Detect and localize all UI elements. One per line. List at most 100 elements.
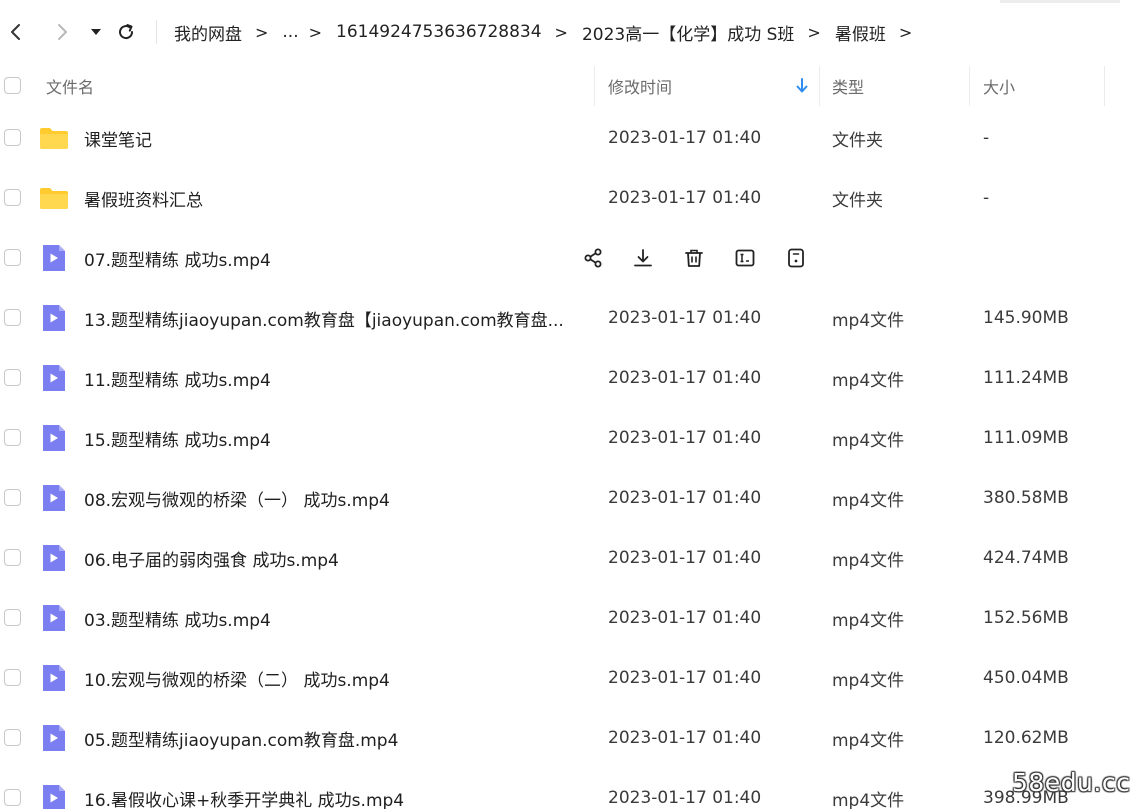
file-row[interactable]: 15.题型精练 成功s.mp4 2023-01-17 01:40 mp4文件 1… — [0, 408, 1137, 468]
column-header-size[interactable]: 大小 — [983, 64, 1015, 108]
history-dropdown-button[interactable] — [82, 18, 110, 46]
toolbar-divider — [156, 20, 157, 44]
file-name[interactable]: 16.暑假收心课+秋季开学典礼 成功s.mp4 — [84, 768, 404, 809]
file-name[interactable]: 07.题型精练 成功s.mp4 — [84, 228, 271, 288]
file-row[interactable]: 06.电子届的弱肉强食 成功s.mp4 2023-01-17 01:40 mp4… — [0, 528, 1137, 588]
file-type: mp4文件 — [832, 430, 905, 451]
refresh-icon — [119, 24, 134, 40]
file-row[interactable]: 13.题型精练jiaoyupan.com教育盘【jiaoyupan.com教育盘… — [0, 288, 1137, 348]
row-checkbox[interactable] — [4, 669, 21, 686]
back-button[interactable] — [2, 18, 30, 46]
file-size: - — [983, 188, 990, 208]
toolbar: 我的网盘 > ... > 1614924753636728834 > 2023高… — [0, 0, 1137, 64]
row-checkbox[interactable] — [4, 189, 21, 206]
video-file-icon — [38, 543, 70, 573]
more-button[interactable] — [783, 245, 809, 271]
video-file-icon — [38, 783, 70, 809]
column-divider[interactable] — [594, 66, 595, 106]
row-checkbox[interactable] — [4, 249, 21, 266]
column-divider[interactable] — [1104, 66, 1105, 106]
file-name[interactable]: 06.电子届的弱肉强食 成功s.mp4 — [84, 528, 339, 588]
file-name[interactable]: 10.宏观与微观的桥梁（二） 成功s.mp4 — [84, 648, 390, 708]
file-type: 文件夹 — [832, 190, 883, 211]
select-all-checkbox[interactable] — [4, 77, 21, 94]
breadcrumb-separator: > — [898, 22, 913, 42]
file-row[interactable]: 16.暑假收心课+秋季开学典礼 成功s.mp4 2023-01-17 01:40… — [0, 768, 1137, 809]
file-type: mp4文件 — [832, 730, 905, 751]
more-icon — [788, 248, 804, 268]
file-modified-time: 2023-01-17 01:40 — [608, 128, 762, 148]
file-size: 450.04MB — [983, 668, 1069, 688]
file-name[interactable]: 11.题型精练 成功s.mp4 — [84, 348, 271, 408]
file-row[interactable]: 课堂笔记 2023-01-17 01:40 文件夹 - — [0, 108, 1137, 168]
breadcrumb-separator: > — [554, 22, 568, 42]
row-checkbox[interactable] — [4, 549, 21, 566]
download-button[interactable] — [630, 245, 656, 271]
download-icon — [634, 249, 652, 267]
column-header-type[interactable]: 类型 — [832, 64, 864, 108]
file-type: mp4文件 — [832, 310, 905, 331]
rename-button[interactable] — [732, 245, 758, 271]
row-checkbox[interactable] — [4, 129, 21, 146]
forward-button[interactable] — [48, 18, 76, 46]
file-row[interactable]: 05.题型精练jiaoyupan.com教育盘.mp4 2023-01-17 0… — [0, 708, 1137, 768]
chevron-right-icon — [58, 24, 67, 40]
file-modified-time: 2023-01-17 01:40 — [608, 668, 762, 688]
file-modified-time: 2023-01-17 01:40 — [608, 548, 762, 568]
file-modified-time: 2023-01-17 01:40 — [608, 728, 762, 748]
row-checkbox[interactable] — [4, 789, 21, 806]
video-file-icon — [38, 603, 70, 633]
file-type: mp4文件 — [832, 550, 905, 571]
breadcrumb-item-id-folder[interactable]: 1614924753636728834 — [336, 22, 542, 42]
video-file-icon — [38, 303, 70, 333]
row-checkbox[interactable] — [4, 429, 21, 446]
column-divider[interactable] — [819, 66, 820, 106]
breadcrumb: 我的网盘 > ... > 1614924753636728834 > 2023高… — [174, 20, 926, 45]
file-row-hovered[interactable]: 07.题型精练 成功s.mp4 — [0, 228, 1137, 288]
folder-icon — [38, 183, 70, 213]
file-size: 145.90MB — [983, 308, 1069, 328]
file-row[interactable]: 暑假班资料汇总 2023-01-17 01:40 文件夹 - — [0, 168, 1137, 228]
file-type: mp4文件 — [832, 610, 905, 631]
top-edge-line — [1000, 0, 1120, 3]
delete-icon — [685, 249, 703, 267]
video-file-icon — [38, 423, 70, 453]
file-row[interactable]: 08.宏观与微观的桥梁（一） 成功s.mp4 2023-01-17 01:40 … — [0, 468, 1137, 528]
row-checkbox[interactable] — [4, 489, 21, 506]
rename-icon — [735, 249, 755, 267]
column-header-modified[interactable]: 修改时间 — [608, 64, 672, 108]
refresh-button[interactable] — [112, 18, 140, 46]
file-size: 111.24MB — [983, 368, 1069, 388]
file-row[interactable]: 10.宏观与微观的桥梁（二） 成功s.mp4 2023-01-17 01:40 … — [0, 648, 1137, 708]
chevron-left-icon — [11, 24, 20, 40]
row-checkbox[interactable] — [4, 609, 21, 626]
file-row[interactable]: 03.题型精练 成功s.mp4 2023-01-17 01:40 mp4文件 1… — [0, 588, 1137, 648]
column-divider[interactable] — [969, 66, 970, 106]
breadcrumb-item-ellipsis[interactable]: ... — [282, 22, 298, 42]
file-type: 文件夹 — [832, 130, 883, 151]
delete-button[interactable] — [681, 245, 707, 271]
caret-down-icon — [91, 29, 101, 35]
file-name[interactable]: 13.题型精练jiaoyupan.com教育盘【jiaoyupan.com教育盘… — [84, 288, 564, 348]
file-name[interactable]: 15.题型精练 成功s.mp4 — [84, 408, 271, 468]
file-name[interactable]: 课堂笔记 — [84, 108, 152, 168]
file-name[interactable]: 08.宏观与微观的桥梁（一） 成功s.mp4 — [84, 468, 390, 528]
file-type: mp4文件 — [832, 670, 905, 691]
watermark: 58edu.cc — [1012, 768, 1131, 797]
breadcrumb-item-course-folder[interactable]: 2023高一【化学】成功 S班 — [582, 20, 794, 45]
column-header-name[interactable]: 文件名 — [46, 64, 94, 108]
share-button[interactable] — [580, 245, 606, 271]
file-name[interactable]: 05.题型精练jiaoyupan.com教育盘.mp4 — [84, 708, 398, 768]
breadcrumb-separator: > — [308, 22, 323, 42]
row-checkbox[interactable] — [4, 369, 21, 386]
file-name[interactable]: 03.题型精练 成功s.mp4 — [84, 588, 271, 648]
file-row[interactable]: 11.题型精练 成功s.mp4 2023-01-17 01:40 mp4文件 1… — [0, 348, 1137, 408]
file-size: - — [983, 128, 990, 148]
folder-icon — [38, 123, 70, 153]
row-checkbox[interactable] — [4, 309, 21, 326]
row-checkbox[interactable] — [4, 729, 21, 746]
sort-desc-icon[interactable] — [795, 77, 809, 99]
file-name[interactable]: 暑假班资料汇总 — [84, 168, 203, 228]
breadcrumb-item-root[interactable]: 我的网盘 — [174, 20, 242, 45]
breadcrumb-item-current[interactable]: 暑假班 — [835, 20, 886, 45]
